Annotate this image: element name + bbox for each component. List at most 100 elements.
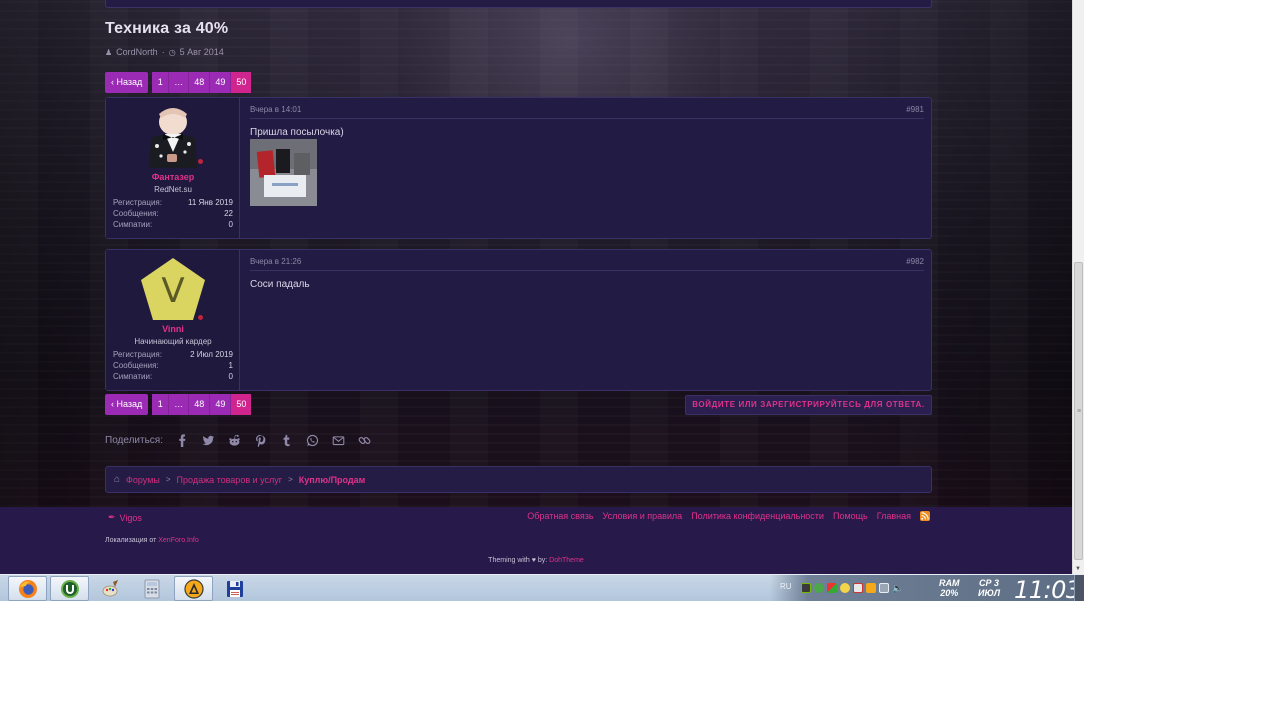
email-icon[interactable] xyxy=(331,433,345,447)
clock[interactable]: 11:03 xyxy=(1014,576,1081,601)
post-body: Вчера в 21:26 #982 Соси падаль xyxy=(241,250,931,390)
breadcrumb-buy-sell[interactable]: Куплю/Продам xyxy=(299,475,366,485)
scrollbar-thumb[interactable]: ≡ xyxy=(1074,262,1083,560)
page-ellipsis[interactable]: … xyxy=(169,72,190,93)
page-48[interactable]: 48 xyxy=(189,72,211,93)
offline-status-dot xyxy=(197,314,204,321)
pagination-prev-button[interactable]: ‹ Назад xyxy=(105,394,149,415)
footer-links: Обратная связь Условия и правила Политик… xyxy=(527,511,930,521)
footer-link-privacy[interactable]: Политика конфиденциальности xyxy=(691,511,824,521)
post-username[interactable]: Vinni xyxy=(106,324,240,334)
post-body: Вчера в 14:01 #981 Пришла посылочка) xyxy=(241,98,931,238)
stat-row: Сообщения: 1 xyxy=(113,361,233,370)
post-username[interactable]: Фантазер xyxy=(106,172,240,182)
breadcrumb-sales[interactable]: Продажа товаров и услуг xyxy=(177,475,283,485)
avatar-letter-pentagon: V xyxy=(141,258,205,320)
taskbar-paint[interactable] xyxy=(91,576,130,601)
login-or-register-button[interactable]: ВОЙДИТЕ ИЛИ ЗАРЕГИСТРИРУЙТЕСЬ ДЛЯ ОТВЕТА… xyxy=(685,395,932,415)
language-indicator[interactable]: RU xyxy=(780,582,792,591)
twitter-icon[interactable] xyxy=(201,433,215,447)
paintbrush-icon: ✒ xyxy=(108,512,116,522)
pagination-pages: 1 … 48 49 50 xyxy=(152,72,252,93)
home-icon[interactable]: ⌂ xyxy=(114,474,120,485)
share-label: Поделиться: xyxy=(105,434,163,446)
facebook-icon[interactable] xyxy=(175,433,189,447)
firefox-icon xyxy=(18,579,37,598)
taskbar-floppy[interactable] xyxy=(215,576,254,601)
avatar-tuxedo-image xyxy=(141,104,205,168)
stat-row: Симпатии: 0 xyxy=(113,220,233,229)
page-49[interactable]: 49 xyxy=(210,394,232,415)
page-50-current[interactable]: 50 xyxy=(231,72,252,93)
pagination-prev-button[interactable]: ‹ Назад xyxy=(105,72,149,93)
page-ellipsis[interactable]: … xyxy=(169,394,190,415)
post-number[interactable]: #982 xyxy=(906,257,924,270)
footer-link-feedback[interactable]: Обратная связь xyxy=(527,511,593,521)
pagination-top: ‹ Назад 1 … 48 49 50 xyxy=(105,72,252,93)
antivirus-tray-icon[interactable] xyxy=(853,583,863,593)
scroll-down-arrow-icon[interactable]: ▼ xyxy=(1075,566,1081,572)
footer-brand[interactable]: ✒ Vigos xyxy=(108,512,142,523)
link-icon[interactable] xyxy=(357,433,371,447)
footer-link-terms[interactable]: Условия и правила xyxy=(603,511,683,521)
attachment-thumbnail[interactable] xyxy=(250,139,317,206)
aimp-tray-icon[interactable] xyxy=(866,583,876,593)
xenforo-info-link[interactable]: XenForo.Info xyxy=(158,537,198,544)
breadcrumb: ⌂ Форумы > Продажа товаров и услуг > Куп… xyxy=(105,466,932,493)
pinterest-icon[interactable] xyxy=(253,433,267,447)
taskbar-utorrent[interactable] xyxy=(50,576,89,601)
post-user-title: Начинающий кардер xyxy=(134,337,212,346)
volume-icon[interactable]: 🔈 xyxy=(892,583,903,593)
stat-row: Регистрация: 11 Янв 2019 xyxy=(113,198,233,207)
thread-date[interactable]: 5 Авг 2014 xyxy=(180,47,224,57)
system-tray: RU 🔈 RAM 20% СР 3 ИЮЛ 11:03 xyxy=(770,575,1084,601)
thread-title: Техника за 40% xyxy=(105,20,229,37)
vertical-scrollbar[interactable]: ≡ ▼ xyxy=(1072,0,1084,574)
floppy-icon xyxy=(226,580,243,597)
heart-icon: ♥ xyxy=(531,557,536,564)
post-time[interactable]: Вчера в 21:26 xyxy=(250,257,301,270)
post-number[interactable]: #981 xyxy=(906,105,924,118)
attachment-phone-box-image xyxy=(250,139,317,206)
rss-icon[interactable] xyxy=(920,511,930,521)
site-footer: ✒ Vigos Обратная связь Условия и правила… xyxy=(0,507,1072,574)
page-1[interactable]: 1 xyxy=(152,72,170,93)
update-tray-icon[interactable] xyxy=(840,583,850,593)
page-1[interactable]: 1 xyxy=(152,394,170,415)
footer-link-help[interactable]: Помощь xyxy=(833,511,868,521)
thread-author[interactable]: CordNorth xyxy=(116,47,158,57)
utorrent-tray-icon[interactable] xyxy=(814,583,824,593)
post-time[interactable]: Вчера в 14:01 xyxy=(250,105,301,118)
taskbar-calculator[interactable] xyxy=(132,576,171,601)
paint-icon xyxy=(102,579,118,596)
nvidia-tray-icon[interactable] xyxy=(801,583,811,593)
post-text: Соси падаль xyxy=(250,279,310,290)
page-49[interactable]: 49 xyxy=(210,72,232,93)
grip-icon: ≡ xyxy=(1077,408,1082,415)
style-name[interactable]: Vigos xyxy=(120,513,142,523)
taskbar-firefox[interactable] xyxy=(8,576,47,601)
avatar[interactable] xyxy=(141,104,205,168)
user-icon: ♟ xyxy=(105,47,113,57)
tumblr-icon[interactable] xyxy=(279,433,293,447)
whatsapp-icon[interactable] xyxy=(305,433,319,447)
display-tray-icon[interactable] xyxy=(879,583,889,593)
meta-separator: · xyxy=(161,47,165,57)
taskbar-aimp[interactable] xyxy=(174,576,213,601)
stat-row: Симпатии: 0 xyxy=(113,372,233,381)
dohtheme-link[interactable]: DohTheme xyxy=(549,557,584,564)
avatar[interactable]: V xyxy=(141,256,205,321)
top-panel-edge xyxy=(105,0,932,8)
stat-row: Регистрация: 2 Июл 2019 xyxy=(113,350,233,359)
network-tray-icon[interactable] xyxy=(827,583,837,593)
page-50-current[interactable]: 50 xyxy=(231,394,252,415)
show-desktop-button[interactable] xyxy=(1074,575,1084,601)
footer-link-home[interactable]: Главная xyxy=(877,511,911,521)
reddit-icon[interactable] xyxy=(227,433,241,447)
breadcrumb-forums[interactable]: Форумы xyxy=(126,475,160,485)
date-display[interactable]: СР 3 ИЮЛ xyxy=(978,578,1000,598)
post-981: Фантазер RedNet.su Регистрация: 11 Янв 20… xyxy=(105,97,932,239)
footer-theming: Theming with ♥ by: DohTheme xyxy=(488,557,584,564)
page-48[interactable]: 48 xyxy=(189,394,211,415)
windows-taskbar: RU 🔈 RAM 20% СР 3 ИЮЛ 11:03 xyxy=(0,574,1084,601)
